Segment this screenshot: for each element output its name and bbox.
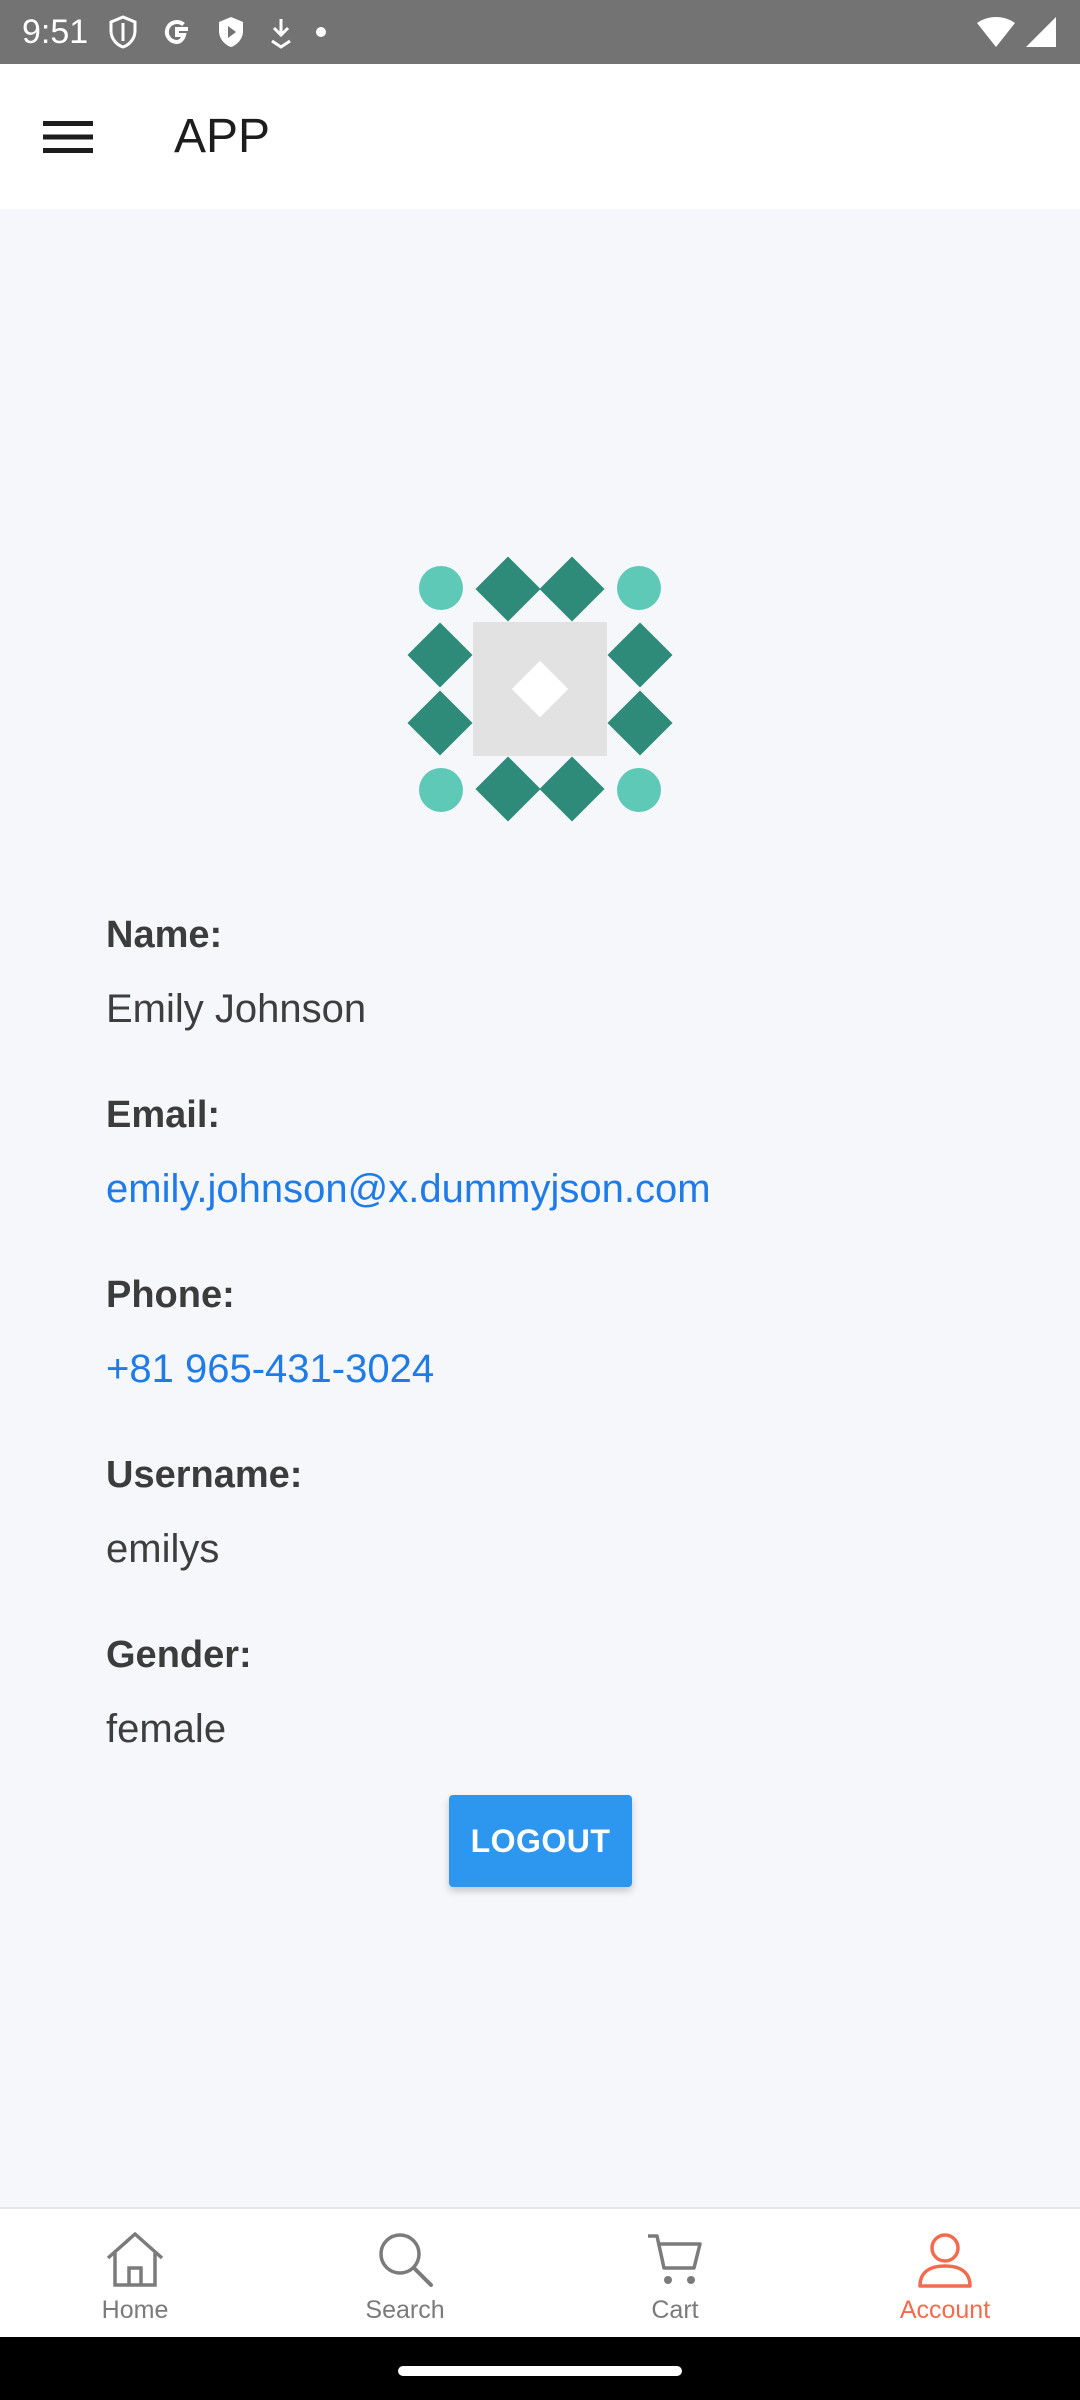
- nav-item-home[interactable]: Home: [0, 2209, 270, 2337]
- nav-label-search: Search: [365, 2295, 445, 2324]
- status-bar: 9:51: [0, 0, 1080, 64]
- gender-field: Gender: female: [106, 1634, 252, 1752]
- play-protect-icon: [219, 17, 244, 47]
- cart-icon: [648, 2233, 702, 2284]
- notification-dot-icon: [316, 27, 327, 37]
- username-field: Username: emilys: [106, 1454, 302, 1572]
- account-icon: [918, 2232, 972, 2288]
- account-content: Name: Emily Johnson Email: emily.johnson…: [0, 209, 1080, 2207]
- email-label: Email:: [106, 1094, 221, 1136]
- phone-label: Phone:: [106, 1274, 235, 1316]
- nav-item-account[interactable]: Account: [810, 2209, 1080, 2337]
- email-field: Email: emily.johnson@x.dummyjson.com: [106, 1094, 711, 1212]
- nav-item-search[interactable]: Search: [270, 2209, 540, 2337]
- gesture-bar: [0, 2337, 1080, 2400]
- app-title: APP: [174, 110, 271, 163]
- name-field: Name: Emily Johnson: [106, 914, 366, 1032]
- app-bar: APP: [0, 64, 1080, 209]
- gender-value: female: [106, 1707, 227, 1751]
- logout-button[interactable]: LOGOUT: [449, 1795, 632, 1887]
- nav-label-home: Home: [101, 2295, 169, 2324]
- status-time: 9:51: [22, 12, 89, 51]
- nav-label-cart: Cart: [651, 2295, 699, 2324]
- home-icon: [106, 2231, 164, 2287]
- search-icon: [379, 2232, 433, 2287]
- email-link[interactable]: emily.johnson@x.dummyjson.com: [106, 1167, 711, 1212]
- avatar: [407, 556, 673, 822]
- google-icon: [165, 20, 189, 45]
- hamburger-menu-icon: [43, 120, 93, 153]
- username-value: emilys: [106, 1527, 220, 1571]
- nav-label-account: Account: [899, 2295, 991, 2324]
- name-label: Name:: [106, 914, 223, 956]
- signal-icon: [1026, 17, 1056, 47]
- name-value: Emily Johnson: [106, 987, 367, 1031]
- phone-field: Phone: +81 965-431-3024: [106, 1274, 434, 1392]
- status-icons: [108, 15, 327, 49]
- phone-link[interactable]: +81 965-431-3024: [106, 1347, 434, 1392]
- nav-item-cart[interactable]: Cart: [540, 2209, 810, 2337]
- username-label: Username:: [106, 1454, 303, 1496]
- download-icon: [271, 19, 292, 49]
- menu-button[interactable]: [34, 103, 102, 171]
- gesture-handle[interactable]: [398, 2366, 682, 2376]
- wifi-icon: [977, 17, 1015, 47]
- bottom-nav: Home Search Cart Account: [0, 2207, 1080, 2337]
- gender-label: Gender:: [106, 1634, 252, 1676]
- shield-icon: [109, 15, 137, 49]
